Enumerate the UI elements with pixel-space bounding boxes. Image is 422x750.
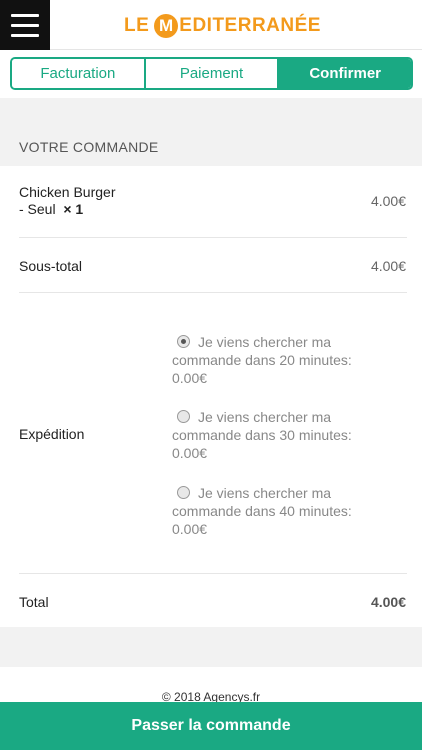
divider <box>19 573 407 574</box>
bottom-grey-band <box>0 627 422 667</box>
item-price: 4.00€ <box>370 193 406 209</box>
item-quantity: × 1 <box>63 201 84 217</box>
radio-unchecked-icon[interactable] <box>177 486 190 499</box>
place-order-button[interactable]: Passer la commande <box>0 702 422 750</box>
brand-logo[interactable]: LE M EDITERRANÉE <box>124 11 321 41</box>
option-line1: Je viens chercher ma <box>198 485 332 501</box>
radio-unchecked-icon[interactable] <box>177 410 190 423</box>
item-name-line1: Chicken Burger <box>19 184 116 200</box>
logo-text-rest: EDITERRANÉE <box>179 15 321 36</box>
order-section-title: VOTRE COMMANDE <box>19 139 159 155</box>
shipping-option-40[interactable]: Je viens chercher ma commande dans 40 mi… <box>172 484 382 538</box>
tab-confirmer[interactable]: Confirmer <box>279 59 411 88</box>
option-line2: commande dans 40 minutes: <box>172 503 352 519</box>
divider <box>19 292 407 293</box>
app-header: LE M EDITERRANÉE <box>0 0 422 50</box>
option-line2: commande dans 30 minutes: <box>172 427 352 443</box>
checkout-steps-tabs: Facturation Paiement Confirmer <box>10 57 413 90</box>
menu-bar-icon <box>11 23 39 27</box>
hamburger-menu-button[interactable] <box>0 0 50 50</box>
option-line3: 0.00€ <box>172 521 208 537</box>
option-line1: Je viens chercher ma <box>198 334 332 350</box>
shipping-option-30[interactable]: Je viens chercher ma commande dans 30 mi… <box>172 408 382 462</box>
menu-bar-icon <box>11 33 39 37</box>
shipping-option-20[interactable]: Je viens chercher ma commande dans 20 mi… <box>172 333 382 387</box>
option-line2: commande dans 20 minutes: <box>172 352 352 368</box>
option-line3: 0.00€ <box>172 370 208 386</box>
option-line1: Je viens chercher ma <box>198 409 332 425</box>
tab-facturation[interactable]: Facturation <box>12 59 146 88</box>
option-line3: 0.00€ <box>172 445 208 461</box>
subtotal-value: 4.00€ <box>370 258 406 274</box>
radio-checked-icon[interactable] <box>177 335 190 348</box>
section-header-band <box>0 98 422 166</box>
subtotal-label: Sous-total <box>19 258 83 274</box>
total-label: Total <box>19 594 49 610</box>
tab-paiement[interactable]: Paiement <box>145 59 280 88</box>
logo-text-le: LE <box>124 15 150 36</box>
item-name-line2: - Seul <box>19 201 56 217</box>
logo-m-badge: M <box>154 14 179 38</box>
divider <box>19 237 407 238</box>
total-value: 4.00€ <box>370 594 406 610</box>
shipping-label: Expédition <box>19 426 85 442</box>
order-item-name: Chicken Burger - Seul × 1 <box>19 184 116 218</box>
menu-bar-icon <box>11 13 39 17</box>
